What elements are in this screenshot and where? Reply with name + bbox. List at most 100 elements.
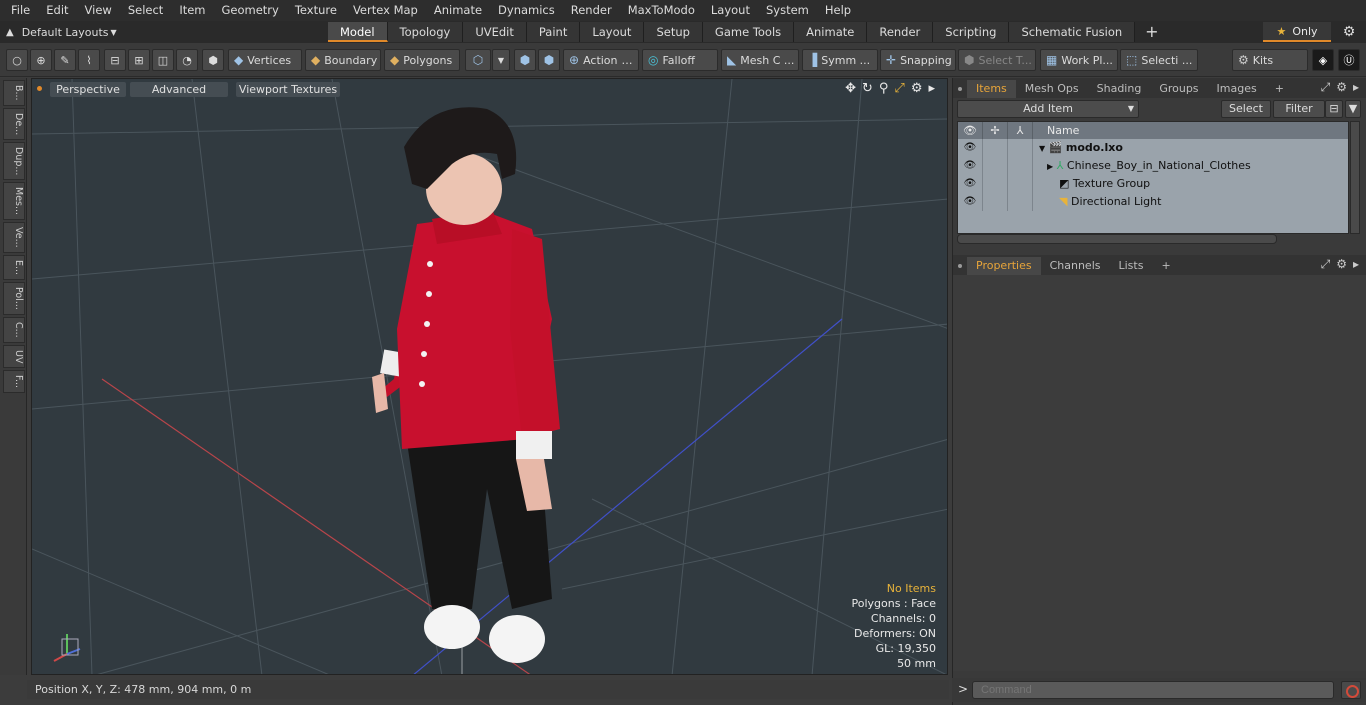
collapse-arrow-icon[interactable]: ▶	[1047, 162, 1053, 171]
shield-icon[interactable]: ⬢	[202, 49, 224, 71]
left-tab-uv[interactable]: UV	[3, 344, 25, 369]
list-item[interactable]: 👁 ◥ Directional Light	[958, 193, 1348, 211]
add-panel-tab-icon[interactable]: +	[1266, 80, 1293, 98]
properties-gear-icon[interactable]: ⚙	[1336, 257, 1347, 272]
center-icon[interactable]: ⊞	[128, 49, 150, 71]
panel-menu-dot[interactable]	[953, 80, 967, 98]
menu-maxtomodo[interactable]: MaxToModo	[620, 0, 703, 21]
expand-icon[interactable]: ⤢	[1321, 80, 1331, 95]
menu-select[interactable]: Select	[120, 0, 171, 21]
properties-menu-dot[interactable]	[953, 257, 967, 275]
left-tab-polygon[interactable]: Pol...	[3, 282, 25, 315]
menu-edit[interactable]: Edit	[38, 0, 76, 21]
menu-vertex-map[interactable]: Vertex Map	[345, 0, 426, 21]
viewport-textures-button[interactable]: Viewport Textures	[236, 82, 340, 97]
work-plane-button[interactable]: ▦ Work Pl...	[1040, 49, 1118, 71]
list-item[interactable]: 👁 ◩ Texture Group	[958, 175, 1348, 193]
gear-icon[interactable]: ⚙	[1340, 23, 1358, 41]
play-arrow-icon[interactable]: ▸	[928, 81, 935, 96]
panel-gear-icon[interactable]: ⚙	[1336, 80, 1347, 95]
viewport-menu-dot[interactable]	[37, 86, 42, 91]
left-tab-basic[interactable]: B...	[3, 80, 25, 106]
pivot-shield-icon[interactable]: ⬢	[538, 49, 560, 71]
expand-icon[interactable]: ⤢	[1321, 257, 1331, 272]
menu-file[interactable]: File	[0, 0, 38, 21]
tab-paint[interactable]: Paint	[526, 22, 581, 42]
menu-layout[interactable]: Layout	[703, 0, 758, 21]
eye-icon[interactable]: 👁	[958, 193, 983, 211]
left-tab-curve[interactable]: C...	[3, 316, 25, 343]
vertices-button[interactable]: ◆ Vertices	[228, 49, 302, 71]
list-item[interactable]: 👁 ▶ ⅄ Chinese_Boy_in_National_Clothes	[958, 157, 1348, 175]
collapse-icon[interactable]: ⊟	[1325, 100, 1343, 118]
visibility-column-icon[interactable]: 👁	[958, 122, 983, 139]
tab-items[interactable]: Items	[967, 80, 1016, 98]
mesh-constraint-button[interactable]: ◣ Mesh C ...	[721, 49, 799, 71]
filter-button[interactable]: Filter	[1273, 100, 1325, 118]
selection-sets-button[interactable]: ⬚ Selecti ...	[1120, 49, 1198, 71]
menu-view[interactable]: View	[77, 0, 120, 21]
unity-icon[interactable]: ◈	[1312, 49, 1334, 71]
add-item-button[interactable]: Add Item ▼	[957, 100, 1139, 118]
action-button[interactable]: ⊕ Action…	[563, 49, 639, 71]
rotate-icon[interactable]: ↻	[862, 81, 873, 96]
pie-icon[interactable]: ◔	[176, 49, 198, 71]
name-column-header[interactable]: Name	[1033, 122, 1079, 139]
eye-icon[interactable]: 👁	[958, 175, 983, 193]
tab-properties[interactable]: Properties	[967, 257, 1041, 275]
layout-selector[interactable]: ▲ Default Layouts ▼	[6, 24, 117, 40]
menu-dynamics[interactable]: Dynamics	[490, 0, 563, 21]
command-input[interactable]	[972, 681, 1334, 699]
3d-viewport[interactable]: Perspective Advanced Viewport Textures ✥…	[31, 78, 948, 675]
kits-button[interactable]: ⚙ Kits	[1232, 49, 1308, 71]
type-column-icon[interactable]: ⅄	[1008, 122, 1033, 139]
list-item[interactable]: 👁 ▼ 🎬 modo.lxo	[958, 139, 1348, 157]
falloff-button[interactable]: ◎ Falloff	[642, 49, 718, 71]
item-mode-icon[interactable]: ⬡	[465, 49, 491, 71]
add-tab-plus-icon[interactable]: +	[1135, 22, 1168, 42]
properties-arrow-icon[interactable]: ▸	[1353, 257, 1359, 272]
boundary-button[interactable]: ◆ Boundary	[305, 49, 381, 71]
tab-schematic-fusion[interactable]: Schematic Fusion	[1009, 22, 1136, 42]
menu-item[interactable]: Item	[171, 0, 213, 21]
eye-icon[interactable]: 👁	[958, 157, 983, 175]
tab-channels[interactable]: Channels	[1041, 257, 1110, 275]
globe-icon[interactable]: ⊕	[30, 49, 52, 71]
tab-topology[interactable]: Topology	[387, 22, 464, 42]
left-tab-deform[interactable]: De...	[3, 107, 25, 140]
left-tab-edge[interactable]: E...	[3, 254, 25, 281]
select-button[interactable]: Select	[1221, 100, 1271, 118]
viewport-gear-icon[interactable]: ⚙	[911, 81, 923, 96]
snapping-button[interactable]: ✛ Snapping	[880, 49, 956, 71]
menu-texture[interactable]: Texture	[287, 0, 345, 21]
tab-uvedit[interactable]: UVEdit	[463, 22, 527, 42]
menu-help[interactable]: Help	[817, 0, 859, 21]
panel-arrow-icon[interactable]: ▸	[1353, 80, 1359, 95]
menu-system[interactable]: System	[758, 0, 817, 21]
eye-icon[interactable]: 👁	[958, 139, 983, 157]
select-through-button[interactable]: ⬢ Select T...	[958, 49, 1036, 71]
pen-icon[interactable]: ✎	[54, 49, 76, 71]
expand-arrow-icon[interactable]: ▼	[1039, 144, 1045, 153]
tab-animate[interactable]: Animate	[794, 22, 868, 42]
tab-layout[interactable]: Layout	[580, 22, 645, 42]
maximize-icon[interactable]: ⤢	[894, 81, 904, 96]
tab-lists[interactable]: Lists	[1110, 257, 1153, 275]
tab-model[interactable]: Model	[328, 22, 388, 42]
align-icon[interactable]: ⊟	[104, 49, 126, 71]
symmetry-button[interactable]: ▐ Symm ...	[802, 49, 878, 71]
left-tab-vertex[interactable]: Ve...	[3, 222, 25, 253]
brush-icon[interactable]: ⌇	[78, 49, 100, 71]
symmetry-shield-icon[interactable]: ⬢	[514, 49, 536, 71]
zoom-icon[interactable]: ⚲	[879, 81, 889, 96]
frame-icon[interactable]: ◫	[152, 49, 174, 71]
tab-shading[interactable]: Shading	[1088, 80, 1151, 98]
tab-scripting[interactable]: Scripting	[933, 22, 1010, 42]
tab-mesh-ops[interactable]: Mesh Ops	[1016, 80, 1088, 98]
menu-render[interactable]: Render	[563, 0, 620, 21]
funnel-icon[interactable]: ▼	[1345, 100, 1361, 118]
menu-animate[interactable]: Animate	[426, 0, 490, 21]
lock-column-icon[interactable]: ✢	[983, 122, 1008, 139]
tab-game-tools[interactable]: Game Tools	[702, 22, 795, 42]
perspective-button[interactable]: Perspective	[50, 82, 126, 97]
